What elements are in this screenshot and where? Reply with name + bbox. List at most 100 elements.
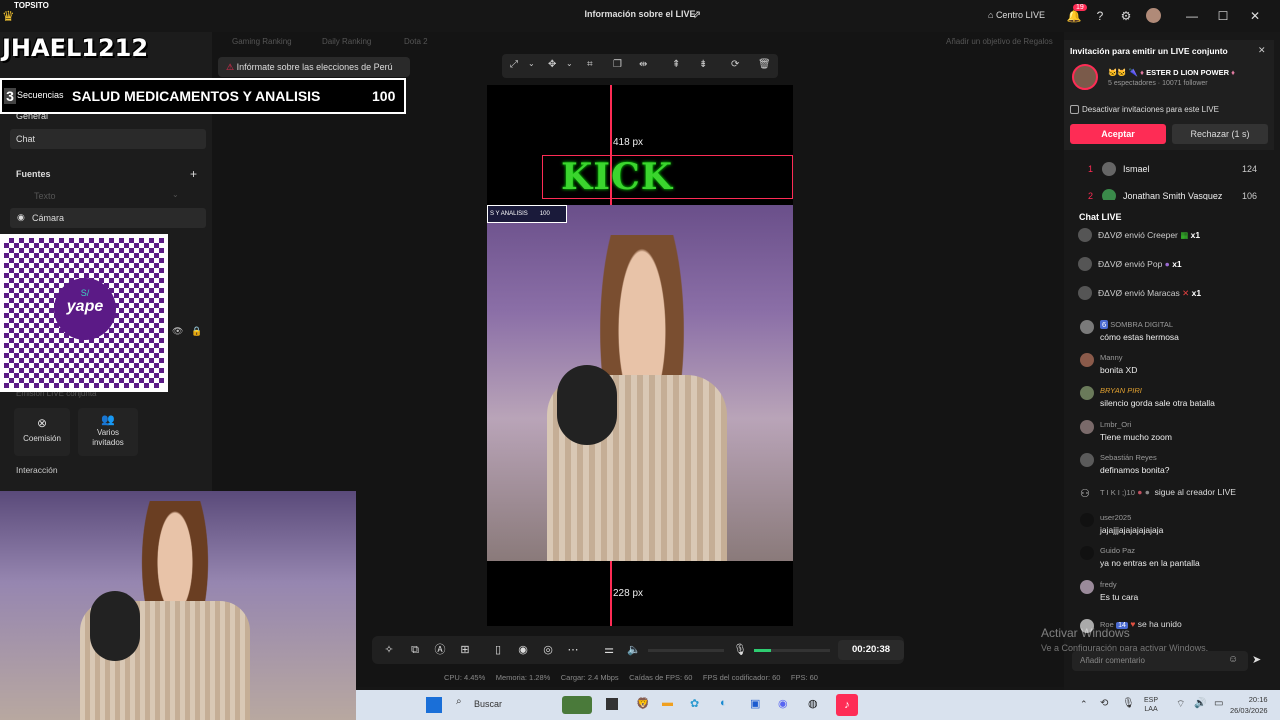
speaker-icon[interactable]: 🔈 bbox=[627, 643, 641, 657]
maximize-icon[interactable]: ☐ bbox=[1215, 8, 1231, 24]
chat-text: definamos bonita? bbox=[1100, 465, 1170, 475]
chat-username[interactable]: Lmbr_Ori bbox=[1100, 420, 1276, 429]
centro-live-button[interactable]: ⌂ Centro LIVE bbox=[988, 10, 1045, 20]
comment-input[interactable]: Añadir comentario ☺ bbox=[1072, 651, 1248, 671]
windows-start-icon[interactable] bbox=[426, 697, 442, 713]
source-camara[interactable]: Cámara bbox=[10, 208, 206, 228]
wifi-icon[interactable]: ⌔ bbox=[1176, 698, 1185, 711]
store-icon[interactable]: ▣ bbox=[750, 697, 760, 710]
discord-icon[interactable]: ◉ bbox=[778, 697, 788, 710]
camera-feed[interactable]: S Y ANALISIS 100 bbox=[487, 205, 793, 561]
volume-icon[interactable]: 🔊 bbox=[1194, 698, 1206, 709]
level-badge: 6 bbox=[1100, 320, 1109, 329]
flip-icon[interactable]: ⇹ bbox=[639, 59, 647, 70]
chat-text: cómo estas hermosa bbox=[1100, 332, 1179, 342]
mixer-icon[interactable]: ⚌ bbox=[602, 643, 616, 657]
magic-wand-icon[interactable]: ✧ bbox=[382, 643, 396, 657]
chat-username[interactable]: Manny bbox=[1100, 353, 1276, 362]
add-gift-goal-link[interactable]: Añadir un objetivo de Regalos bbox=[946, 37, 1053, 46]
battery-icon[interactable]: ▭ bbox=[1214, 698, 1223, 709]
stream-preview[interactable]: 418 px 228 px KICK JULES S Y ANALISIS 100 bbox=[487, 85, 793, 626]
tab-daily-ranking[interactable]: Daily Ranking bbox=[322, 37, 371, 46]
search-icon[interactable]: ⌕ bbox=[456, 696, 462, 707]
refresh-icon[interactable]: ⟳ bbox=[731, 59, 739, 70]
yape-brand: yape bbox=[66, 298, 104, 315]
speaker-volume-slider[interactable] bbox=[648, 649, 724, 652]
send-icon[interactable]: ➤ bbox=[1252, 653, 1261, 666]
folder-icon[interactable]: ▬ bbox=[662, 697, 673, 709]
gear-icon[interactable]: ⚙ bbox=[1118, 8, 1134, 24]
ai-icon[interactable]: Ⓐ bbox=[433, 643, 447, 657]
sidebar-item-chat[interactable]: Chat bbox=[10, 129, 206, 149]
reject-button[interactable]: Rechazar (1 s) bbox=[1172, 124, 1268, 144]
distance-bottom-label: 228 px bbox=[613, 588, 644, 599]
sync-icon[interactable]: ⟲ bbox=[1100, 698, 1108, 709]
task-view-icon[interactable] bbox=[606, 698, 618, 710]
coemision-label: Coemisión bbox=[23, 434, 61, 443]
mic-volume-slider[interactable] bbox=[754, 649, 830, 652]
gift-text: envió Creeper bbox=[1124, 230, 1178, 240]
minimize-icon[interactable]: — bbox=[1184, 8, 1200, 24]
layer-up-icon[interactable]: ⇞ bbox=[672, 59, 680, 70]
layer-down-icon[interactable]: ⇟ bbox=[699, 59, 707, 70]
rank-name[interactable]: Ismael bbox=[1123, 164, 1150, 174]
camera-toggle-icon[interactable]: ◎ bbox=[541, 643, 555, 657]
source-texto[interactable]: Texto bbox=[34, 191, 56, 201]
kick-jules-text-source[interactable]: KICK JULES bbox=[542, 155, 793, 199]
close-icon[interactable]: ✕ bbox=[1258, 45, 1266, 56]
position-icon[interactable]: ✥ bbox=[548, 59, 556, 70]
close-icon[interactable]: ✕ bbox=[1247, 8, 1263, 24]
rank-name[interactable]: Jonathan Smith Vasquez bbox=[1123, 191, 1222, 200]
chevron-down-icon[interactable]: ⌄ bbox=[172, 190, 179, 199]
trash-icon[interactable]: 🗑 bbox=[758, 59, 771, 70]
coemision-button[interactable]: ⊗ Coemisión bbox=[14, 408, 70, 456]
microphone-icon[interactable]: 🎙 bbox=[733, 643, 747, 657]
chevron-down-icon[interactable]: ⌄ bbox=[528, 59, 535, 68]
chevron-down-icon[interactable]: ⌄ bbox=[566, 59, 573, 68]
avatar bbox=[1080, 320, 1094, 334]
tab-gaming-ranking[interactable]: Gaming Ranking bbox=[232, 37, 292, 46]
chat-username[interactable]: Guido Paz bbox=[1100, 546, 1276, 555]
crop-icon[interactable]: ⌗ bbox=[587, 59, 593, 70]
tiktok-live-icon[interactable]: ♪ bbox=[836, 694, 858, 716]
camera-icon: ◉ bbox=[17, 212, 25, 222]
chat-username[interactable]: fredy bbox=[1100, 580, 1276, 589]
effects-icon[interactable]: ⧉ bbox=[408, 643, 422, 657]
record-icon[interactable]: ◉ bbox=[516, 643, 530, 657]
more-icon[interactable]: ⋯ bbox=[566, 643, 580, 657]
add-media-icon[interactable]: ⊞ bbox=[458, 643, 472, 657]
eye-icon[interactable]: 👁 bbox=[172, 326, 183, 337]
weather-widget-icon[interactable] bbox=[562, 696, 592, 714]
lock-icon[interactable]: 🔒 bbox=[191, 326, 202, 337]
fit-icon[interactable]: ⤢ bbox=[510, 59, 518, 70]
obs-icon[interactable]: ◍ bbox=[808, 697, 818, 710]
invite-avatar bbox=[1072, 64, 1098, 90]
election-notice[interactable]: ⚠ Infórmate sobre las elecciones de Perú bbox=[218, 57, 410, 77]
emoji-icon[interactable]: ☺ bbox=[1228, 654, 1238, 665]
chat-username[interactable]: SOMBRA DIGITAL bbox=[1110, 320, 1173, 329]
disable-invites-checkbox[interactable] bbox=[1070, 105, 1079, 114]
accept-button[interactable]: Aceptar bbox=[1070, 124, 1166, 144]
phone-icon[interactable]: ▯ bbox=[491, 643, 505, 657]
chat-username[interactable]: user2025 bbox=[1100, 513, 1276, 522]
chat-username[interactable]: Sebastián Reyes bbox=[1100, 453, 1276, 462]
duplicate-icon[interactable]: ❐ bbox=[613, 59, 622, 70]
share-icon[interactable]: ⇗ bbox=[692, 8, 701, 21]
language-indicator[interactable]: ESP LAA bbox=[1144, 696, 1158, 714]
yape-logo: S/ yape bbox=[54, 278, 116, 340]
taskbar-search[interactable]: Buscar bbox=[474, 699, 502, 709]
chat-text: Es tu cara bbox=[1100, 592, 1139, 602]
chevron-up-icon[interactable]: ⌃ bbox=[1080, 699, 1088, 710]
varios-invitados-button[interactable]: 👥 Varios invitados bbox=[78, 408, 138, 456]
mic-tray-icon[interactable]: 🎙 bbox=[1122, 698, 1135, 709]
system-clock[interactable]: 20:16 26/03/2026 bbox=[1230, 694, 1268, 716]
help-icon[interactable]: ? bbox=[1092, 8, 1108, 24]
add-source-icon[interactable]: + bbox=[190, 167, 197, 181]
tab-dota-2[interactable]: Dota 2 bbox=[404, 37, 428, 46]
copilot-icon[interactable]: ✿ bbox=[690, 697, 699, 710]
chat-username[interactable]: BRYAN PIRI bbox=[1100, 386, 1276, 395]
chat-username[interactable]: T I K I ;)10 bbox=[1100, 488, 1135, 497]
avatar[interactable] bbox=[1146, 8, 1161, 23]
edge-icon[interactable]: ◐ bbox=[720, 697, 727, 709]
brave-icon[interactable]: 🦁 bbox=[636, 697, 650, 710]
